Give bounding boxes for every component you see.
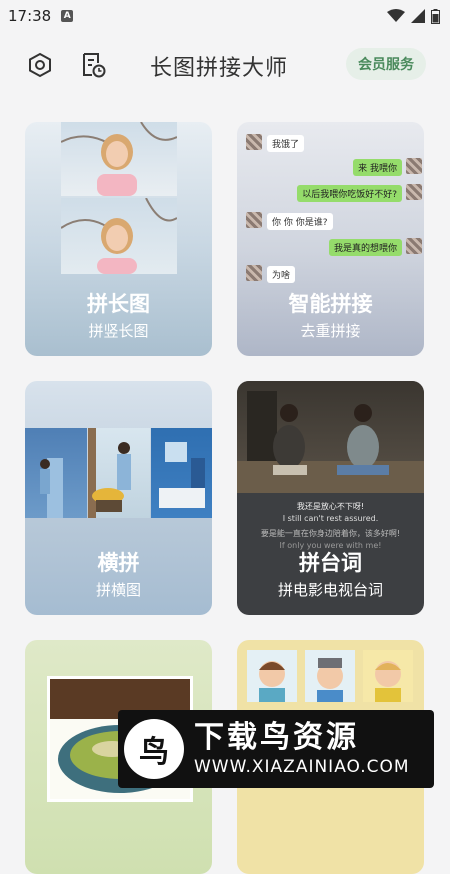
signal-icon (411, 9, 425, 23)
kid-photo-3 (363, 650, 413, 702)
subtitle-line: 我还是放心不下呀! (296, 502, 365, 511)
chat-avatar (406, 158, 422, 174)
card-subtitle: 去重拼接 (300, 322, 361, 340)
subtitle-line: 要是能一直在你身边陪着你，该多好啊! (260, 529, 401, 538)
watermark-url: WWW.XIAZAINIAO.COM (194, 757, 410, 777)
chat-bubble: 来 我喂你 (353, 159, 402, 176)
notification-badge-icon: A (61, 10, 74, 22)
scene-photo-left (25, 428, 87, 518)
movie-still-photo (237, 381, 424, 493)
card-title: 拼台词 (299, 551, 362, 575)
chat-bubble: 我饿了 (267, 135, 305, 152)
status-bar: 17:38 A (0, 0, 450, 32)
chat-avatar (246, 265, 262, 281)
chat-avatar (246, 134, 262, 150)
history-icon[interactable] (78, 50, 108, 80)
settings-hex-icon[interactable] (25, 50, 55, 80)
chat-bubble: 以后我喂你吃饭好不好? (297, 185, 402, 202)
site-watermark: 鸟 下载鸟资源 WWW.XIAZAINIAO.COM (118, 710, 434, 788)
kid-photo-2 (305, 650, 355, 702)
card-title: 智能拼接 (288, 292, 373, 316)
chat-avatar (406, 238, 422, 254)
child-photo-top (61, 122, 177, 196)
app-header: 长图拼接大师 会员服务 (0, 40, 450, 92)
chat-avatar (246, 212, 262, 228)
scene-photo-right (151, 428, 212, 518)
scene-photo-middle (88, 428, 150, 518)
battery-icon (431, 8, 440, 24)
vip-service-button[interactable]: 会员服务 (346, 48, 426, 80)
bird-logo-icon: 鸟 (124, 719, 184, 779)
status-time: 17:38 (8, 7, 52, 25)
wifi-icon (387, 9, 405, 22)
page-title: 长图拼接大师 (150, 56, 289, 81)
card-subtitle: 拼电影电视台词 (277, 581, 383, 599)
card-smart-stitch[interactable]: 我饿了 来 我喂你 以后我喂你吃饭好不好? 你 你 你是谁? 我是真的想喂你 为… (237, 122, 424, 356)
chat-avatar (406, 184, 422, 200)
chat-bubble: 你 你 你是谁? (267, 213, 333, 230)
card-subtitle: 拼竖长图 (88, 322, 149, 340)
child-photo-bottom (61, 198, 177, 274)
card-horizontal-stitch[interactable]: 横拼 拼横图 (25, 381, 212, 615)
kid-photo-1 (247, 650, 297, 702)
watermark-brand: 下载鸟资源 (194, 720, 359, 755)
card-movie-lines[interactable]: 我还是放心不下呀! I still can't rest assured. 要是… (237, 381, 424, 615)
card-title: 横拼 (97, 551, 140, 575)
card-title: 拼长图 (87, 292, 150, 316)
chat-bubble: 我是真的想喂你 (328, 239, 402, 256)
card-long-image[interactable]: 拼长图 拼竖长图 (25, 122, 212, 356)
card-subtitle: 拼横图 (95, 581, 141, 599)
chat-bubble: 为啥 (267, 266, 296, 283)
subtitle-line: I still can't rest assured. (282, 514, 379, 523)
